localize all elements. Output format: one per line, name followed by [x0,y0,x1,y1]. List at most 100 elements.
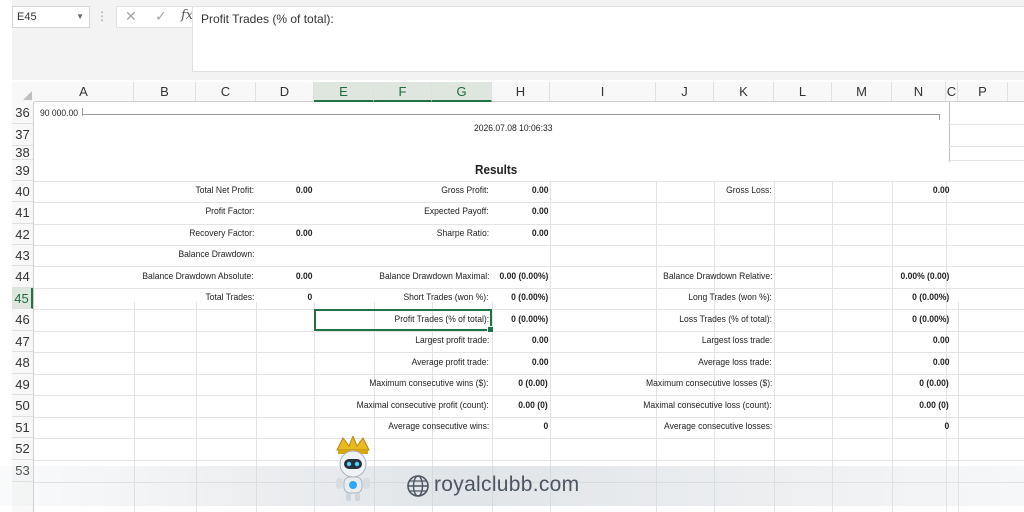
metric-value: 0 (0.00) [919,378,949,389]
grid-line [34,245,1024,246]
column-header-row: ABCDEFGHIJKLMNCP [12,82,1024,102]
metric-value: 0 [307,292,312,303]
drag-handle-icon[interactable]: ⋮ [96,8,108,24]
row-header[interactable]: 40 [12,181,33,202]
metric-value: 0 [944,421,949,432]
sheet-grid[interactable]: 90 000.00 2026.07.08 10:06:33 Results Tota… [34,102,1024,512]
column-header[interactable]: E [314,82,374,102]
row-header[interactable]: 45 [12,288,33,309]
metric-value: 0.00 [295,185,312,196]
column-header[interactable]: C [196,82,256,101]
metric-label: Average consecutive losses: [663,421,772,432]
column-header[interactable]: I [550,82,656,101]
chart-balance-line [82,114,940,115]
column-header[interactable]: D [256,82,314,101]
column-header[interactable]: P [958,82,1008,101]
metric-label: Total Trades: [205,292,254,303]
row-header[interactable]: 46 [12,309,33,331]
metric-label: Average consecutive wins: [387,421,489,432]
metric-value: 0.00 (0) [518,400,548,411]
metric-label: Gross Profit: [441,185,489,196]
row-header[interactable]: 47 [12,331,33,352]
column-header[interactable]: M [832,82,892,101]
metric-label: Maximum consecutive losses ($): [645,378,772,389]
column-header[interactable]: F [374,82,432,102]
watermark-text: royalclubb.com [434,473,580,496]
column-header[interactable]: H [492,82,550,101]
metric-label: Balance Drawdown Relative: [662,271,772,282]
metric-value: 0.00 [531,206,548,217]
metric-value: 0 (0.00) [518,378,548,389]
formula-bar: E45 ▼ ⋮ ✕ ✓ fx Profit Trades (% of total… [12,0,1024,80]
chart-frame [949,102,950,162]
row-header[interactable]: 51 [12,417,33,438]
column-header[interactable]: B [134,82,196,101]
metric-label: Long Trades (won %): [688,292,772,303]
metric-label: Gross Loss: [726,185,772,196]
grid-line [34,202,1024,203]
grid-line [34,438,1024,439]
row-header[interactable]: 52 [12,438,33,460]
metric-label: Maximum consecutive wins ($): [369,378,489,389]
column-header[interactable]: J [656,82,714,101]
metric-value: 0.00 [295,228,312,239]
row-header[interactable]: 49 [12,374,33,395]
row-header[interactable]: 50 [12,395,33,417]
formula-input[interactable]: Profit Trades (% of total): [192,6,1024,72]
metric-value: 0.00 [932,335,949,346]
metric-label: Loss Trades (% of total): [679,314,772,325]
row-header[interactable]: 38 [12,146,33,160]
row-header[interactable]: 43 [12,245,33,266]
row-header-column: 363738394041424344454647484950515253 [12,102,34,512]
grid-line [34,331,1024,332]
metric-value: 0.00 [932,185,949,196]
metric-label: Largest loss trade: [701,335,772,346]
metric-value: 0 (0.00%) [911,292,949,303]
enter-icon[interactable]: ✓ [155,8,167,25]
row-header[interactable]: 41 [12,202,33,224]
row-header[interactable]: 39 [12,160,33,181]
grid-line [34,224,1024,225]
metric-label: Balance Drawdown: [177,249,254,260]
column-header[interactable]: A [34,82,134,101]
grid-line [34,288,1024,289]
grid-line [34,374,1024,375]
grid-line [34,417,1024,418]
chart-axis-label: 90 000.00 [40,108,79,119]
row-header[interactable]: 37 [12,124,33,146]
grid-line [34,181,1024,182]
select-all-button[interactable] [12,82,34,102]
grid-line [34,460,1024,461]
column-header[interactable]: N [892,82,946,101]
metric-label: Maximal consecutive loss (count): [643,400,772,411]
row-header[interactable]: 36 [12,102,33,124]
grid-line [948,124,1024,125]
globe-icon [407,475,429,497]
metric-value: 0.00 (0.00%) [499,271,548,282]
active-cell-selection[interactable] [314,309,494,333]
column-header[interactable]: G [432,82,492,102]
metric-label: Profit Factor: [205,206,254,217]
metric-value: 0.00 [531,228,548,239]
cancel-icon[interactable]: ✕ [125,8,137,25]
chevron-down-icon[interactable]: ▼ [76,7,84,27]
metric-label: Total Net Profit: [195,185,254,196]
row-header[interactable]: 44 [12,266,33,288]
metric-label: Recovery Factor: [188,228,254,239]
column-header[interactable]: C [946,82,958,101]
metric-value: 0.00% (0.00) [900,271,949,282]
column-header[interactable]: K [714,82,774,101]
name-box[interactable]: E45 ▼ [12,6,90,28]
metric-label: Balance Drawdown Maximal: [378,271,489,282]
column-header[interactable]: L [774,82,832,101]
metric-value: 0.00 [295,271,312,282]
metric-label: Sharpe Ratio: [436,228,489,239]
grid-line [34,352,1024,353]
metric-value: 0.00 [531,357,548,368]
row-header[interactable]: 42 [12,224,33,245]
row-header[interactable]: 48 [12,352,33,374]
metric-label: Average profit trade: [411,357,489,368]
metric-label: Short Trades (won %): [403,292,489,303]
chart-axis-tick [939,114,940,120]
name-box-value: E45 [17,11,37,23]
